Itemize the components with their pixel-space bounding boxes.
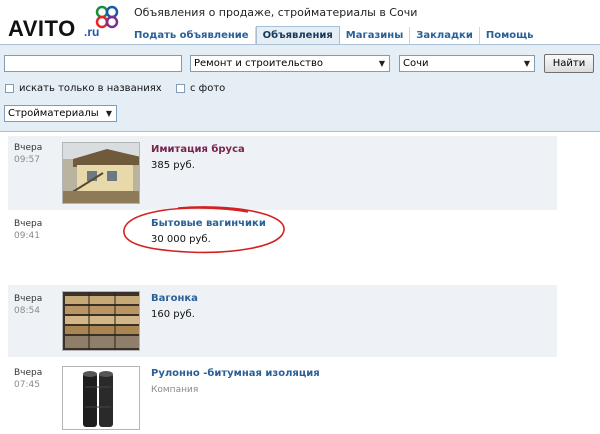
- listing-time: 08:54: [14, 306, 40, 316]
- titles-only-checkbox[interactable]: искать только в названиях: [5, 83, 162, 94]
- nav-tabs: Подать объявление Объявления Магазины За…: [128, 26, 540, 44]
- listing-date: Вчера 08:54: [14, 293, 42, 317]
- roll-insulation-photo: [63, 367, 139, 429]
- listing-date: Вчера 07:45: [14, 367, 42, 391]
- house-photo: [63, 143, 139, 203]
- header: AVITO .ru Объявления о продаже, строймат…: [0, 0, 600, 44]
- listing-title[interactable]: Рулонно -битумная изоляция: [151, 368, 320, 379]
- lumber-photo: [63, 292, 139, 350]
- with-photo-checkbox[interactable]: с фото: [176, 83, 225, 94]
- tab-shops[interactable]: Магазины: [340, 27, 411, 44]
- listing-price: 385 руб.: [151, 160, 195, 171]
- logo-text: AVITO: [8, 16, 76, 41]
- listing-item: Вчера 08:54 Вагонка 160 руб.: [8, 285, 557, 357]
- listing-title[interactable]: Вагонка: [151, 293, 198, 304]
- tab-post-ad[interactable]: Подать объявление: [128, 27, 256, 44]
- listing-day: Вчера: [14, 294, 43, 304]
- listing-date: Вчера 09:57: [14, 142, 42, 166]
- listing-thumbnail[interactable]: [62, 291, 140, 351]
- listing-day: Вчера: [14, 368, 43, 378]
- listing-date: Вчера 09:41: [14, 218, 42, 242]
- page-title: Объявления о продаже, стройматериалы в С…: [134, 6, 418, 19]
- tab-help[interactable]: Помощь: [480, 27, 540, 44]
- tab-bookmarks[interactable]: Закладки: [410, 27, 480, 44]
- listing-item: Вчера 07:45 Рулонно -битумная изоляция К…: [8, 361, 557, 434]
- dropdown-arrow-icon: ▼: [523, 59, 530, 68]
- category-select[interactable]: Ремонт и строительство ▼: [190, 55, 390, 72]
- city-select[interactable]: Сочи ▼: [399, 55, 535, 72]
- listing-time: 09:57: [14, 155, 40, 165]
- listing-thumbnail[interactable]: [62, 366, 140, 430]
- tab-ads[interactable]: Объявления: [255, 26, 340, 44]
- subcategory-select[interactable]: Стройматериалы ▼: [4, 105, 117, 122]
- listing-day: Вчера: [14, 143, 43, 153]
- listing-item: Вчера 09:57 Имитация бруса 385 руб.: [8, 136, 557, 210]
- listing-title[interactable]: Имитация бруса: [151, 144, 245, 155]
- dropdown-arrow-icon: ▼: [378, 59, 385, 68]
- listing-day: Вчера: [14, 219, 43, 229]
- checkbox-icon[interactable]: [176, 84, 185, 93]
- city-select-value: Сочи: [403, 58, 429, 69]
- listing-thumbnail[interactable]: [62, 142, 140, 204]
- listing-price: 160 руб.: [151, 309, 195, 320]
- search-input[interactable]: [4, 55, 182, 72]
- listing-company: Компания: [151, 385, 199, 395]
- subcategory-select-value: Стройматериалы: [8, 108, 99, 119]
- checkbox-icon[interactable]: [5, 84, 14, 93]
- with-photo-label: с фото: [190, 83, 226, 94]
- search-panel: Ремонт и строительство ▼ Сочи ▼ Найти ис…: [0, 44, 600, 132]
- dropdown-arrow-icon: ▼: [105, 109, 112, 118]
- find-button[interactable]: Найти: [544, 54, 594, 73]
- annotation-circle: [123, 206, 285, 254]
- listing-time: 09:41: [14, 231, 40, 241]
- logo-mark-icon: [95, 5, 119, 29]
- titles-only-label: искать только в названиях: [19, 83, 162, 94]
- listing-time: 07:45: [14, 380, 40, 390]
- category-select-value: Ремонт и строительство: [194, 58, 323, 69]
